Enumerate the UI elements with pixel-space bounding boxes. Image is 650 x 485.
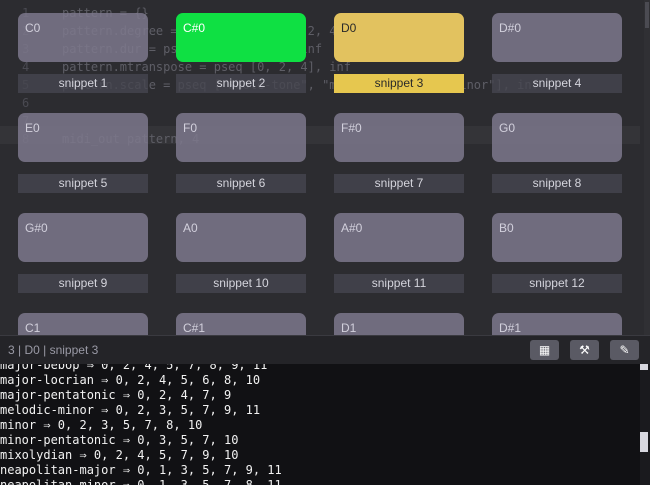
console-line: mixolydian ⇒ 0, 2, 4, 5, 7, 9, 10 <box>0 448 239 462</box>
snippet-label[interactable]: snippet 6 <box>176 174 306 193</box>
snippet-label[interactable]: snippet 12 <box>492 274 622 293</box>
hammer-icon: ⚒ <box>579 343 590 357</box>
snippet-pad[interactable]: G0 <box>492 113 622 162</box>
snippet-label[interactable]: snippet 10 <box>176 274 306 293</box>
snippet-note: D#0 <box>499 21 522 35</box>
snippet-note: C0 <box>25 21 41 35</box>
snippet-label[interactable]: snippet 8 <box>492 174 622 193</box>
console-line: major-bebop ⇒ 0, 2, 4, 5, 7, 8, 9, 11 <box>0 364 268 372</box>
snippet-pad[interactable]: D1 <box>334 313 464 335</box>
snippet-pad[interactable]: C#1 <box>176 313 306 335</box>
snippet-note: C#0 <box>183 21 206 35</box>
snippet-note: F#0 <box>341 121 362 135</box>
snippet-label[interactable]: snippet 3 <box>334 74 464 93</box>
grid-button[interactable]: ▦ <box>530 340 559 360</box>
snippet-pad[interactable]: C#0 <box>176 13 306 62</box>
snippet-note: E0 <box>25 121 40 135</box>
brush-icon: ✎ <box>619 343 630 357</box>
snippet-label[interactable]: snippet 11 <box>334 274 464 293</box>
snippet-label[interactable]: snippet 2 <box>176 74 306 93</box>
status-bar: 3 | D0 | snippet 3 ▦ ⚒ ✎ <box>0 335 650 364</box>
console-scrollbar-top[interactable] <box>640 364 648 370</box>
brush-button[interactable]: ✎ <box>610 340 639 360</box>
snippet-pad[interactable]: C1 <box>18 313 148 335</box>
snippet-label[interactable]: snippet 5 <box>18 174 148 193</box>
snippet-pad[interactable]: A0 <box>176 213 306 262</box>
code-line[interactable]: 6 <box>0 94 640 112</box>
console-line: major-pentatonic ⇒ 0, 2, 4, 7, 9 <box>0 388 232 402</box>
snippet-pad[interactable]: B0 <box>492 213 622 262</box>
console-line: minor ⇒ 0, 2, 3, 5, 7, 8, 10 <box>0 418 203 432</box>
snippet-note: A0 <box>183 221 198 235</box>
hammer-button[interactable]: ⚒ <box>570 340 599 360</box>
snippet-pad[interactable]: C0 <box>18 13 148 62</box>
snippet-pad[interactable]: D#0 <box>492 13 622 62</box>
console-output[interactable]: major-bebop ⇒ 0, 2, 4, 5, 7, 8, 9, 11 maj… <box>0 364 650 485</box>
console-line: neapolitan-minor ⇒ 0, 1, 3, 5, 7, 8, 11 <box>0 478 282 485</box>
snippet-note: A#0 <box>341 221 363 235</box>
console-line: melodic-minor ⇒ 0, 2, 3, 5, 7, 9, 11 <box>0 403 261 417</box>
snippet-label[interactable]: snippet 1 <box>18 74 148 93</box>
snippet-label[interactable]: snippet 4 <box>492 74 622 93</box>
snippet-note: D0 <box>341 21 357 35</box>
snippet-pad[interactable]: G#0 <box>18 213 148 262</box>
snippet-pad[interactable]: D#1 <box>492 313 622 335</box>
snippet-note: C#1 <box>183 321 206 335</box>
editor-scrollbar[interactable] <box>644 0 650 335</box>
snippet-note: D#1 <box>499 321 522 335</box>
snippet-label[interactable]: snippet 7 <box>334 174 464 193</box>
console-line: minor-pentatonic ⇒ 0, 3, 5, 7, 10 <box>0 433 239 447</box>
snippet-note: F0 <box>183 121 198 135</box>
snippet-pad[interactable]: A#0 <box>334 213 464 262</box>
line-number: 6 <box>22 96 30 110</box>
snippet-pad[interactable]: E0 <box>18 113 148 162</box>
snippet-pad[interactable]: D0 <box>334 13 464 62</box>
snippet-pad[interactable]: F#0 <box>334 113 464 162</box>
grid-icon: ▦ <box>538 343 551 357</box>
snippet-label[interactable]: snippet 9 <box>18 274 148 293</box>
code-editor[interactable]: 1pattern = {}2pattern.degree = pseq [0, … <box>0 0 650 335</box>
console-scrollbar[interactable] <box>640 364 650 485</box>
status-text: 3 | D0 | snippet 3 <box>8 343 99 357</box>
console-scrollbar-thumb[interactable] <box>640 432 648 452</box>
snippet-note: G#0 <box>25 221 48 235</box>
console-line: major-locrian ⇒ 0, 2, 4, 5, 6, 8, 10 <box>0 373 261 387</box>
console-line: neapolitan-major ⇒ 0, 1, 3, 5, 7, 9, 11 <box>0 463 282 477</box>
snippet-note: C1 <box>25 321 41 335</box>
snippet-note: B0 <box>499 221 514 235</box>
snippet-note: D1 <box>341 321 357 335</box>
snippet-note: G0 <box>499 121 516 135</box>
snippet-pad[interactable]: F0 <box>176 113 306 162</box>
editor-scrollbar-thumb[interactable] <box>645 2 649 28</box>
